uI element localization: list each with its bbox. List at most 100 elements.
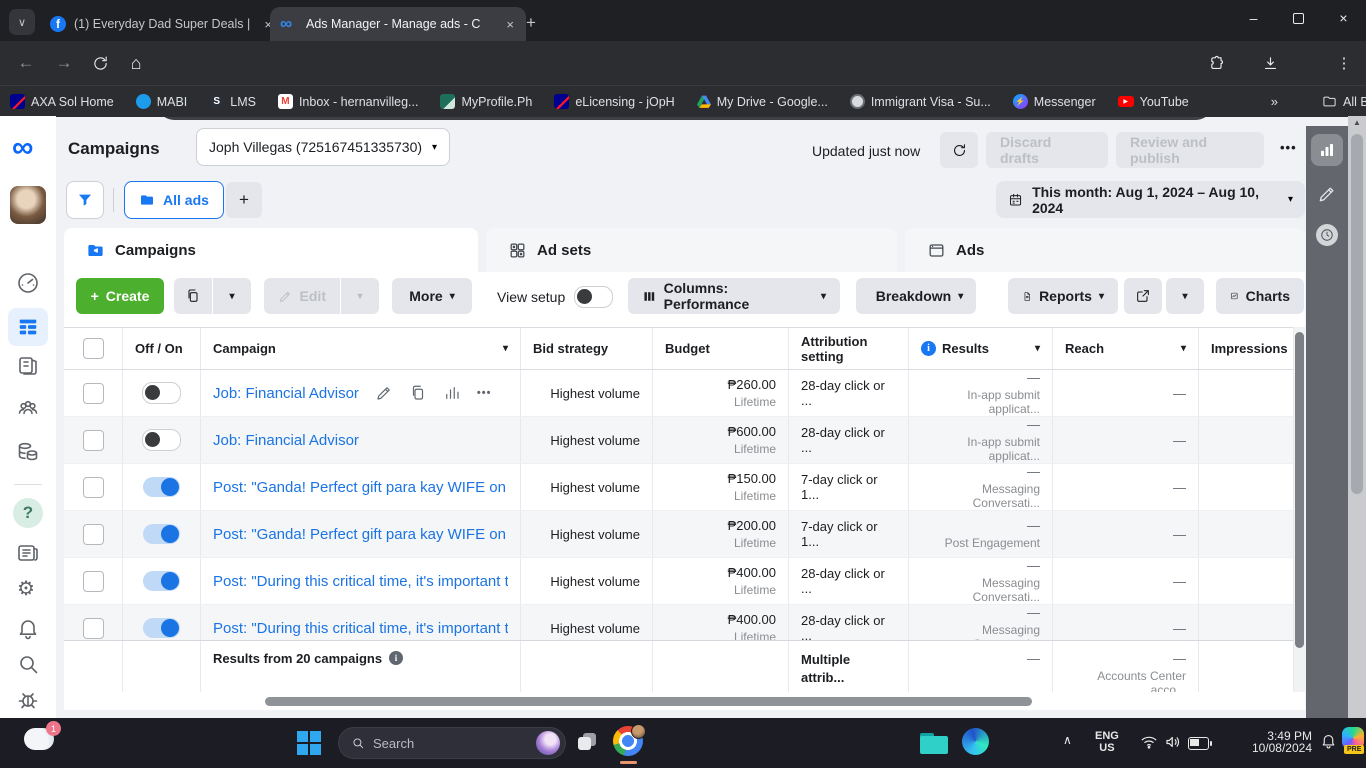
date-range-picker[interactable]: This month: Aug 1, 2024 – Aug 10, 2024 ▾ (996, 181, 1305, 218)
col-header-results[interactable]: i Results ▾ (908, 328, 1052, 369)
bookmark-myprofile[interactable]: MyProfile.Ph (440, 94, 532, 109)
campaign-toggle[interactable] (142, 429, 181, 451)
export-dropdown-button[interactable]: ▾ (1166, 278, 1204, 314)
pages-icon[interactable] (16, 354, 40, 378)
row-checkbox[interactable] (82, 429, 104, 451)
select-all-checkbox[interactable] (82, 338, 104, 359)
discard-drafts-button[interactable]: Discard drafts (986, 132, 1108, 168)
settings-gear-icon[interactable]: ⚙ (17, 578, 35, 600)
billing-icon[interactable] (16, 440, 40, 464)
filters-button[interactable] (66, 181, 104, 219)
bookmark-drive[interactable]: My Drive - Google... (696, 95, 828, 109)
edit-button[interactable]: Edit (264, 278, 340, 314)
tab-close-icon[interactable]: × (504, 17, 516, 32)
insights-chart-button[interactable] (1311, 134, 1343, 166)
browser-tab-facebook[interactable]: f (1) Everyday Dad Super Deals | × (40, 7, 284, 41)
start-button[interactable] (297, 731, 321, 755)
horizontal-scrollbar-thumb[interactable] (265, 697, 1032, 706)
bookmark-elicensing[interactable]: eLicensing - jOpH (554, 94, 675, 109)
back-button[interactable]: ← (12, 49, 40, 77)
overview-gauge-icon[interactable] (16, 271, 40, 295)
campaigns-nav-selected[interactable] (8, 308, 48, 346)
page-scrollbar[interactable]: ▲ (1348, 116, 1366, 718)
col-header-reach[interactable]: Reach ▾ (1052, 328, 1198, 369)
home-button[interactable]: ⌂ (122, 49, 150, 77)
wifi-icon[interactable] (1140, 733, 1158, 751)
history-clock-button[interactable] (1316, 224, 1338, 246)
bookmark-youtube[interactable]: ▶ YouTube (1117, 95, 1189, 109)
campaign-toggle[interactable] (143, 571, 180, 591)
clock-date[interactable]: 3:49 PM 10/08/2024 (1228, 730, 1312, 754)
duplicate-icon[interactable] (409, 384, 427, 402)
campaign-toggle[interactable] (143, 477, 180, 497)
campaign-toggle[interactable] (143, 524, 180, 544)
row-checkbox[interactable] (82, 382, 104, 404)
file-explorer-taskbar-icon[interactable] (920, 733, 948, 754)
campaign-link[interactable]: Post: "Ganda! Perfect gift para kay WIFE… (213, 526, 508, 543)
audiences-icon[interactable] (16, 396, 40, 420)
col-header-budget[interactable]: Budget (652, 328, 788, 369)
info-icon[interactable]: i (921, 341, 936, 356)
notifications-bell-icon[interactable] (16, 616, 40, 640)
col-header-impressions[interactable]: Impressions (1198, 328, 1293, 369)
campaign-toggle[interactable] (142, 382, 181, 404)
review-publish-button[interactable]: Review and publish (1116, 132, 1264, 168)
chrome-taskbar-icon[interactable] (613, 724, 646, 756)
bookmark-immigrant-visa[interactable]: Immigrant Visa - Su... (849, 94, 991, 109)
edge-taskbar-icon[interactable] (962, 728, 989, 755)
scrollbar-thumb[interactable] (1351, 134, 1363, 494)
more-button[interactable]: More ▾ (392, 278, 472, 314)
row-checkbox[interactable] (82, 570, 104, 592)
tab-ads[interactable]: Ads (905, 228, 1305, 272)
volume-icon[interactable] (1164, 733, 1182, 751)
col-header-attribution[interactable]: Attribution setting (788, 328, 908, 369)
row-checkbox[interactable] (82, 523, 104, 545)
news-icon[interactable] (16, 541, 40, 565)
row-checkbox[interactable] (82, 476, 104, 498)
view-setup-toggle[interactable] (574, 286, 613, 308)
info-icon[interactable]: i (389, 651, 404, 665)
scroll-up-arrow-icon[interactable]: ▲ (1348, 118, 1366, 127)
downloads-button[interactable] (1256, 49, 1284, 77)
row-checkbox[interactable] (82, 617, 104, 639)
col-header-campaign[interactable]: Campaign ▾ (200, 328, 520, 369)
header-more-icon[interactable]: ••• (1280, 140, 1297, 155)
ad-account-selector[interactable]: Joph Villegas (725167451335730) ▾ (196, 128, 450, 166)
col-header-bid-strategy[interactable]: Bid strategy (520, 328, 652, 369)
charts-button[interactable]: Charts (1216, 278, 1304, 314)
language-indicator[interactable]: ENG US (1095, 730, 1119, 754)
reports-button[interactable]: Reports ▾ (1008, 278, 1118, 314)
bookmark-inbox[interactable]: M Inbox - hernanvilleg... (277, 94, 418, 109)
bookmark-lms[interactable]: S LMS (209, 94, 256, 109)
create-button[interactable]: + Create (76, 278, 164, 314)
chart-icon[interactable] (443, 384, 461, 402)
scrollbar-thumb[interactable] (1295, 332, 1304, 648)
duplicate-button[interactable] (174, 278, 212, 314)
campaign-link[interactable]: Post: "Ganda! Perfect gift para kay WIFE… (213, 479, 508, 496)
campaign-toggle[interactable] (143, 618, 180, 638)
row-more-icon[interactable]: ••• (477, 387, 492, 399)
export-button[interactable] (1124, 278, 1162, 314)
browser-tab-ads-manager[interactable]: ∞ Ads Manager - Manage ads - C × (270, 7, 526, 41)
bookmark-axa-sol-home[interactable]: AXA Sol Home (10, 94, 114, 109)
refresh-button[interactable] (940, 132, 978, 168)
all-ads-filter-chip[interactable]: All ads (124, 181, 224, 219)
tray-expand-chevron-icon[interactable]: ∧ (1063, 734, 1072, 746)
new-tab-button[interactable]: + (518, 10, 544, 36)
tray-bell-icon[interactable] (1320, 732, 1337, 749)
forward-button[interactable]: → (50, 49, 78, 77)
user-avatar[interactable] (10, 186, 46, 224)
campaign-link[interactable]: Post: "During this critical time, it's i… (213, 573, 508, 590)
duplicate-dropdown-button[interactable]: ▾ (213, 278, 251, 314)
columns-button[interactable]: Columns: Performance ▾ (628, 278, 840, 314)
task-view-button[interactable] (578, 733, 598, 751)
edit-dropdown-button[interactable]: ▾ (341, 278, 379, 314)
bookmarks-overflow-icon[interactable]: » (1271, 94, 1278, 109)
tab-ad-sets[interactable]: Ad sets (486, 228, 897, 272)
browser-menu-kebab-icon[interactable]: ⋮ (1330, 49, 1358, 77)
campaign-link[interactable]: Job: Financial Advisor (213, 432, 359, 449)
bug-report-icon[interactable] (16, 688, 40, 712)
breakdown-button[interactable]: Breakdown ▾ (856, 278, 976, 314)
tab-campaigns[interactable]: Campaigns (64, 228, 478, 272)
add-filter-button[interactable]: + (226, 182, 262, 218)
